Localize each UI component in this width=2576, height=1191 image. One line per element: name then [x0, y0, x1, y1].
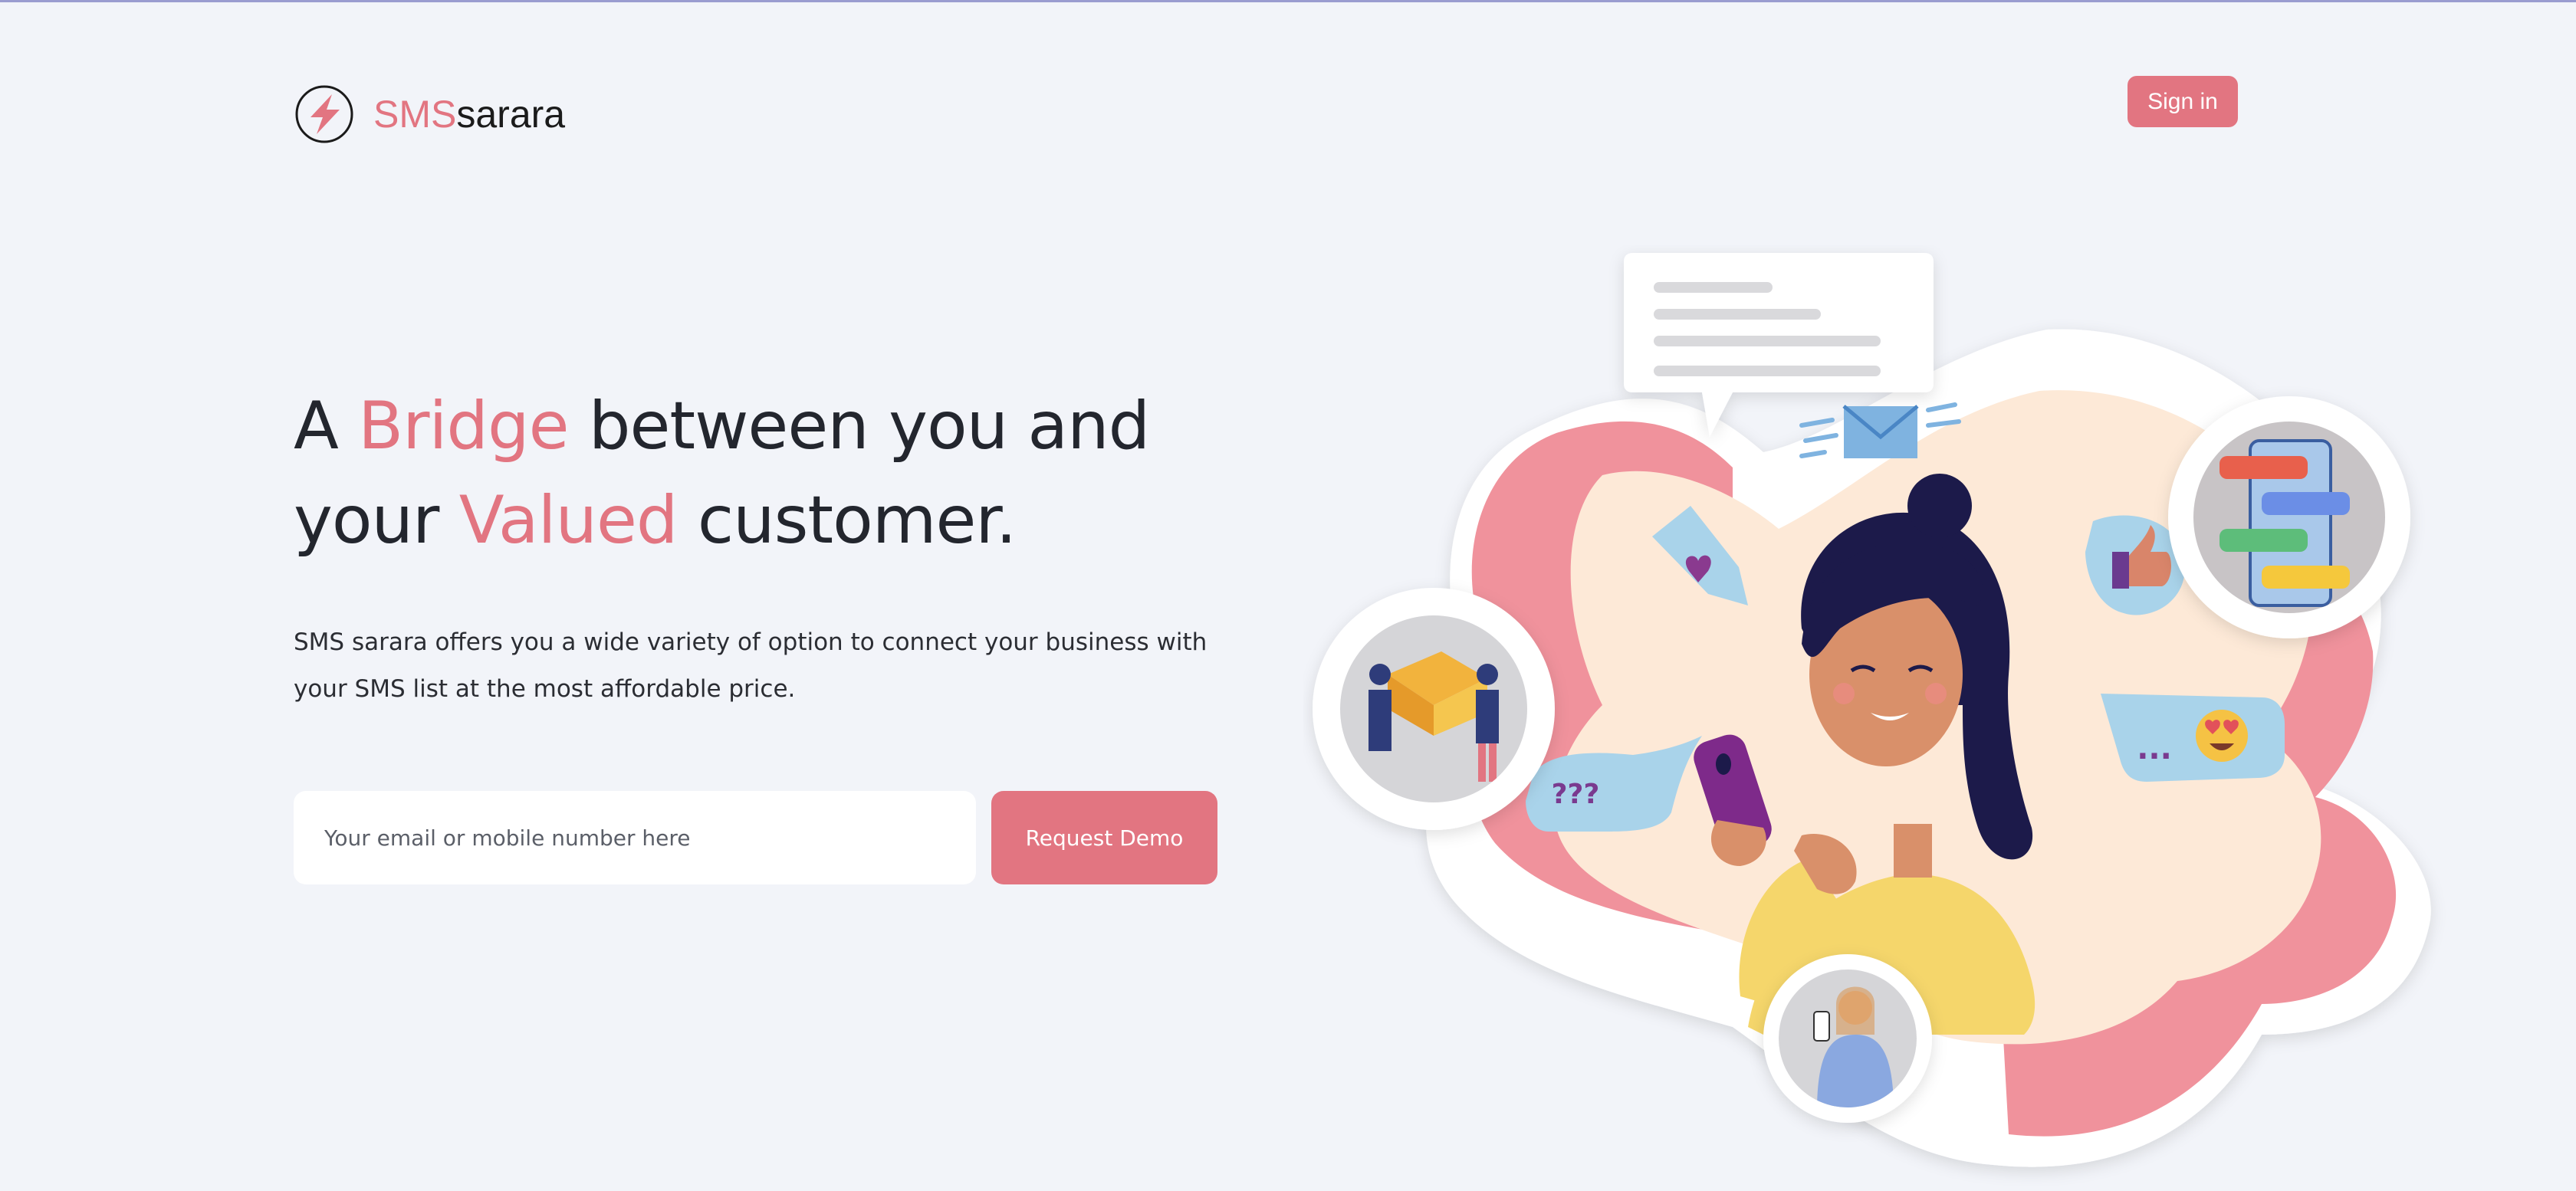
headline-accent-valued: Valued [458, 482, 678, 559]
email-or-mobile-input[interactable] [294, 791, 976, 884]
sign-in-button[interactable]: Sign in [2128, 76, 2238, 127]
lightning-logo-icon [295, 85, 353, 143]
logo[interactable]: SMSsarara [294, 84, 565, 145]
hero-subtext: SMS sarara offers you a wide variety of … [294, 628, 1208, 703]
request-demo-button[interactable]: Request Demo [991, 791, 1217, 884]
hero-illustration: ??? ... [1313, 253, 2431, 1167]
logo-text: SMSsarara [373, 95, 565, 133]
top-accent-line [0, 0, 2576, 2]
hero-headline: A Bridge between you and your Valued cus… [294, 379, 1306, 568]
headline-part-1: A [294, 388, 359, 464]
logo-text-suffix: sarara [456, 93, 566, 136]
chat-phone-circle [2168, 396, 2410, 638]
headline-part-3: customer. [677, 482, 1017, 559]
movers-circle [1313, 588, 1555, 830]
typing-bubble: ... [2101, 694, 2285, 782]
phone-woman-circle [1763, 954, 1932, 1123]
headline-accent-bridge: Bridge [358, 388, 569, 464]
typing-bubble-text: ... [2137, 731, 2172, 766]
question-bubble-text: ??? [1552, 779, 1600, 810]
logo-text-prefix: SMS [373, 93, 457, 136]
heart-eyes-emoji-icon [2196, 710, 2248, 762]
